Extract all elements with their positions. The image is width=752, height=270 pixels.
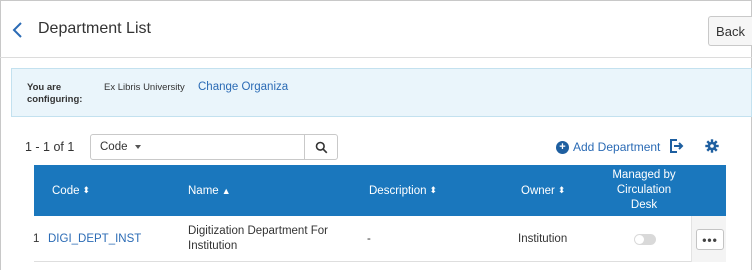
column-header-code[interactable]: Code ⬍ — [52, 165, 90, 216]
managed-header-line: Desk — [630, 199, 658, 211]
add-department-button[interactable]: + Add Department — [556, 140, 660, 154]
add-department-label: Add Department — [573, 140, 661, 154]
cell-owner: Institution — [518, 233, 568, 245]
search-field-select[interactable]: Code — [90, 134, 152, 160]
column-header-managed-by-circulation-desk[interactable]: Managed by Circulation Desk — [602, 165, 686, 216]
department-name-line: Institution — [188, 240, 238, 252]
configuring-label: You are configuring: — [27, 82, 83, 105]
caret-down-icon — [135, 145, 141, 149]
results-count: 1 - 1 of 1 — [25, 140, 75, 154]
back-button[interactable]: Back — [708, 16, 752, 46]
search-button[interactable] — [304, 134, 338, 160]
column-header-description[interactable]: Description ⬍ — [369, 165, 437, 216]
plus-circle-icon: + — [556, 140, 569, 154]
managed-header-line: Circulation — [616, 184, 672, 196]
managed-header-line: Managed by — [612, 169, 676, 181]
row-actions-cell: ••• — [691, 216, 726, 262]
column-header-owner-label: Owner — [521, 184, 555, 197]
gear-icon[interactable] — [705, 139, 719, 153]
configuration-banner: You are configuring: Ex Libris Universit… — [11, 68, 752, 117]
cell-managed-by-circ-desk — [634, 216, 656, 262]
column-header-code-label: Code — [52, 184, 80, 197]
managed-by-circ-desk-toggle[interactable] — [634, 233, 656, 245]
table-row: 1 DIGI_DEPT_INST Digitization Department… — [33, 216, 726, 262]
toggle-knob — [635, 234, 644, 244]
department-name-line: Digitization Department For — [188, 225, 328, 237]
export-icon[interactable] — [668, 138, 684, 154]
organization-name: Ex Libris University — [104, 82, 185, 93]
column-header-name-label: Name — [188, 184, 219, 197]
department-code-link[interactable]: DIGI_DEPT_INST — [48, 233, 141, 245]
search-field-label: Code — [100, 141, 128, 153]
sort-icon: ⬍ — [429, 185, 438, 195]
search-icon — [315, 141, 327, 153]
column-header-name[interactable]: Name ▲ — [188, 165, 231, 216]
cell-name: Digitization Department For Institution — [188, 216, 358, 262]
sort-ascending-icon: ▲ — [221, 185, 231, 196]
row-number: 1 — [33, 233, 40, 245]
page-header: Department List Back — [0, 0, 752, 58]
table-header-row: Code ⬍ Name ▲ Description ⬍ Owner ⬍ Mana… — [34, 165, 726, 216]
sort-icon: ⬍ — [557, 185, 566, 195]
search-input[interactable] — [151, 134, 305, 160]
page-title: Department List — [38, 20, 151, 37]
cell-code: DIGI_DEPT_INST — [48, 216, 141, 262]
column-header-owner[interactable]: Owner ⬍ — [521, 165, 565, 216]
chevron-left-icon[interactable] — [10, 20, 26, 40]
row-actions-button[interactable]: ••• — [696, 229, 724, 250]
column-header-description-label: Description — [369, 184, 427, 197]
change-organization-link[interactable]: Change Organiza — [198, 81, 288, 93]
sort-icon: ⬍ — [82, 185, 91, 195]
cell-description: - — [367, 233, 371, 245]
